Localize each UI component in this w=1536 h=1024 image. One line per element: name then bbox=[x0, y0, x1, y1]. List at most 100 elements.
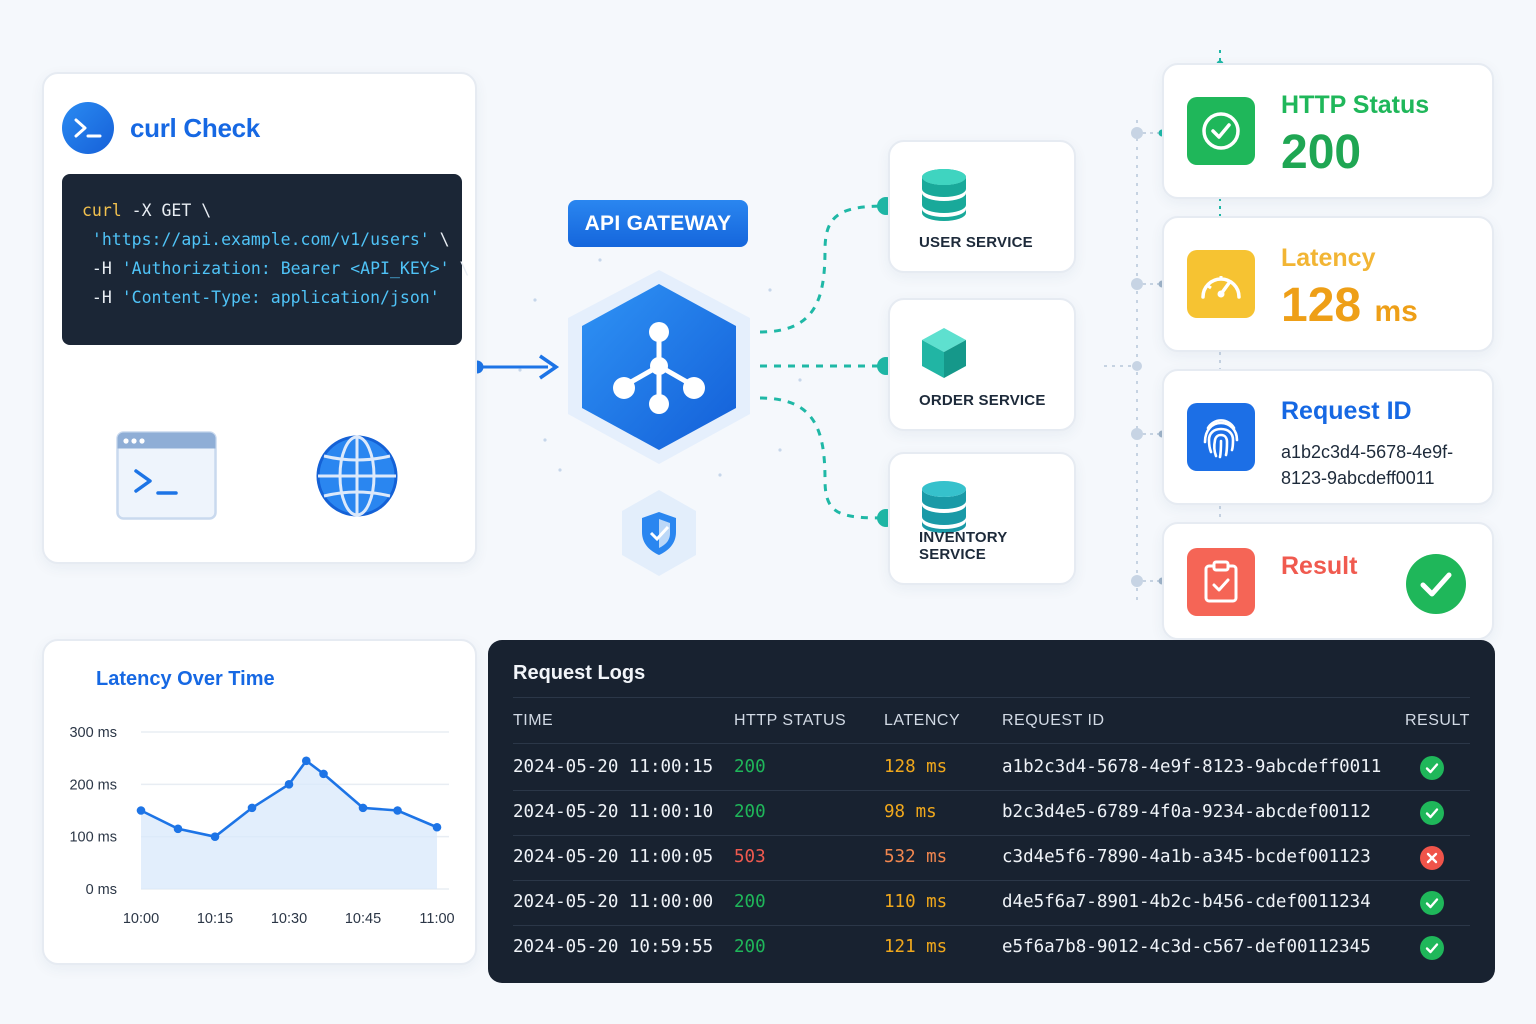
cell-latency: 121 ms bbox=[884, 937, 948, 957]
code-line-3: -H 'Authorization: Bearer <API_KEY>' \ bbox=[82, 259, 470, 278]
code-line-4: -H 'Content-Type: application/json' bbox=[82, 288, 440, 307]
database-icon bbox=[922, 481, 966, 533]
cell-time: 2024-05-20 11:00:05 bbox=[513, 847, 714, 867]
terminal-window-icon bbox=[116, 431, 217, 520]
cell-time: 2024-05-20 11:00:00 bbox=[513, 892, 714, 912]
request-id-value[interactable]: a1b2c3d4-5678-4e9f- 8123-9abcdeff0011 bbox=[1281, 439, 1481, 491]
latency-line-chart[interactable]: 0 ms 100 ms 200 ms 300 ms 10:00 10:15 10:30 10:… bbox=[44, 641, 475, 963]
success-check-icon bbox=[1420, 756, 1444, 780]
http-status-card: HTTP Status 200 bbox=[1162, 63, 1494, 199]
cell-time: 2024-05-20 10:59:55 bbox=[513, 937, 714, 957]
error-x-icon bbox=[1420, 846, 1444, 870]
table-row[interactable]: 2024-05-20 11:00:10 200 98 ms b2c3d4e5-6789… bbox=[488, 790, 1495, 836]
x-tick-label: 11:00 bbox=[419, 911, 454, 927]
api-gateway-label: API GATEWAY bbox=[568, 200, 748, 247]
cell-http-status: 200 bbox=[734, 937, 766, 957]
latency-title: Latency bbox=[1281, 244, 1376, 272]
latency-point[interactable] bbox=[284, 780, 294, 789]
http-status-title: HTTP Status bbox=[1281, 91, 1430, 119]
col-time: TIME bbox=[513, 712, 554, 729]
latency-point[interactable] bbox=[393, 806, 402, 815]
terminal-icon bbox=[62, 102, 114, 154]
user-service-card[interactable]: USER SERVICE bbox=[888, 140, 1076, 273]
request-id-title: Request ID bbox=[1281, 397, 1412, 425]
table-row[interactable]: 2024-05-20 11:00:00 200 110 ms d4e5f6a7-890… bbox=[488, 880, 1495, 926]
latency-unit: ms bbox=[1374, 295, 1418, 328]
latency-point[interactable] bbox=[301, 756, 311, 766]
code-line-2: 'https://api.example.com/v1/users' \ bbox=[82, 230, 450, 249]
table-row[interactable]: 2024-05-20 11:00:15 200 128 ms a1b2c3d4-567… bbox=[488, 745, 1495, 791]
cell-request-id: b2c3d4e5-6789-4f0a-9234-abcdef00112 bbox=[1002, 802, 1371, 822]
cell-request-id: c3d4e5f6-7890-4a1b-a345-bcdef001123 bbox=[1002, 847, 1371, 867]
logs-divider bbox=[513, 697, 1470, 698]
y-tick-label: 300 ms bbox=[69, 725, 117, 741]
latency-number: 128 bbox=[1281, 279, 1362, 332]
cell-request-id: d4e5f6a7-8901-4b2c-b456-cdef0011234 bbox=[1002, 892, 1371, 912]
globe-icon bbox=[316, 435, 398, 517]
x-tick-label: 10:45 bbox=[345, 911, 381, 927]
clipboard-check-icon bbox=[1187, 548, 1255, 616]
logs-header-divider bbox=[513, 743, 1470, 744]
curl-check-card: curl Check curl -X GET \ 'https://api.ex… bbox=[42, 72, 477, 564]
user-service-label: USER SERVICE bbox=[919, 234, 1033, 251]
col-result: RESULT bbox=[1405, 712, 1470, 729]
latency-chart-card: Latency Over Time 0 ms 100 ms 200 ms 300 ms… bbox=[42, 639, 477, 965]
success-check-icon bbox=[1406, 554, 1466, 614]
y-tick-label: 200 ms bbox=[69, 777, 117, 793]
database-icon bbox=[922, 169, 966, 221]
latency-value: 128 ms bbox=[1281, 278, 1418, 333]
result-card: Result bbox=[1162, 522, 1494, 640]
request-id-card: Request ID a1b2c3d4-5678-4e9f- 8123-9abc… bbox=[1162, 369, 1494, 505]
table-row[interactable]: 2024-05-20 11:00:05 503 532 ms c3d4e5f6-789… bbox=[488, 835, 1495, 881]
success-check-icon bbox=[1420, 891, 1444, 915]
y-tick-label: 100 ms bbox=[69, 830, 117, 846]
latency-point[interactable] bbox=[247, 803, 257, 813]
inventory-service-card[interactable]: INVENTORY SERVICE bbox=[888, 452, 1076, 585]
cell-latency: 532 ms bbox=[884, 847, 948, 867]
cell-latency: 110 ms bbox=[884, 892, 948, 912]
order-service-card[interactable]: ORDER SERVICE bbox=[888, 298, 1076, 431]
cell-http-status: 200 bbox=[734, 802, 766, 822]
cell-latency: 98 ms bbox=[884, 802, 937, 822]
request-logs-panel: Request Logs TIME HTTP STATUS LATENCY RE… bbox=[488, 640, 1495, 983]
request-id-line-1: a1b2c3d4-5678-4e9f- bbox=[1281, 442, 1454, 462]
table-row[interactable]: 2024-05-20 10:59:55 200 121 ms e5f6a7b8-901… bbox=[488, 925, 1495, 970]
inventory-service-label: INVENTORY SERVICE bbox=[919, 529, 1008, 563]
cube-icon bbox=[922, 328, 966, 378]
cell-http-status: 200 bbox=[734, 757, 766, 777]
latency-card: Latency 128 ms bbox=[1162, 216, 1494, 352]
latency-point[interactable] bbox=[358, 803, 368, 813]
http-status-value: 200 bbox=[1281, 126, 1362, 179]
cell-time: 2024-05-20 11:00:10 bbox=[513, 802, 714, 822]
col-request-id: REQUEST ID bbox=[1002, 712, 1105, 729]
latency-area bbox=[141, 760, 437, 889]
cell-http-status: 503 bbox=[734, 847, 766, 867]
col-latency: LATENCY bbox=[884, 712, 961, 729]
col-http-status: HTTP STATUS bbox=[734, 712, 847, 729]
cell-http-status: 200 bbox=[734, 892, 766, 912]
y-tick-label: 0 ms bbox=[86, 882, 117, 898]
x-tick-label: 10:15 bbox=[197, 911, 233, 927]
success-check-icon bbox=[1420, 936, 1444, 960]
latency-point[interactable] bbox=[319, 769, 328, 779]
x-tick-label: 10:30 bbox=[271, 911, 307, 927]
curl-code-block[interactable]: curl -X GET \ 'https://api.example.com/v… bbox=[62, 174, 470, 345]
code-line-1: curl -X GET \ bbox=[82, 201, 212, 220]
api-gateway-hub-icon[interactable] bbox=[558, 262, 760, 472]
latency-point[interactable] bbox=[210, 832, 220, 841]
latency-point[interactable] bbox=[432, 822, 442, 832]
success-check-icon bbox=[1420, 801, 1444, 825]
security-shield-icon bbox=[622, 490, 696, 576]
cell-request-id: a1b2c3d4-5678-4e9f-8123-9abcdeff0011 bbox=[1002, 757, 1382, 777]
check-circle-icon bbox=[1187, 97, 1255, 165]
fingerprint-icon bbox=[1187, 403, 1255, 471]
latency-point[interactable] bbox=[136, 806, 146, 815]
latency-point[interactable] bbox=[173, 824, 183, 834]
order-service-label: ORDER SERVICE bbox=[919, 392, 1046, 409]
cell-time: 2024-05-20 11:00:15 bbox=[513, 757, 714, 777]
speedometer-icon bbox=[1187, 250, 1255, 318]
cell-request-id: e5f6a7b8-9012-4c3d-c567-def00112345 bbox=[1002, 937, 1371, 957]
x-tick-label: 10:00 bbox=[123, 911, 159, 927]
cell-latency: 128 ms bbox=[884, 757, 948, 777]
curl-title: curl Check bbox=[130, 112, 260, 143]
